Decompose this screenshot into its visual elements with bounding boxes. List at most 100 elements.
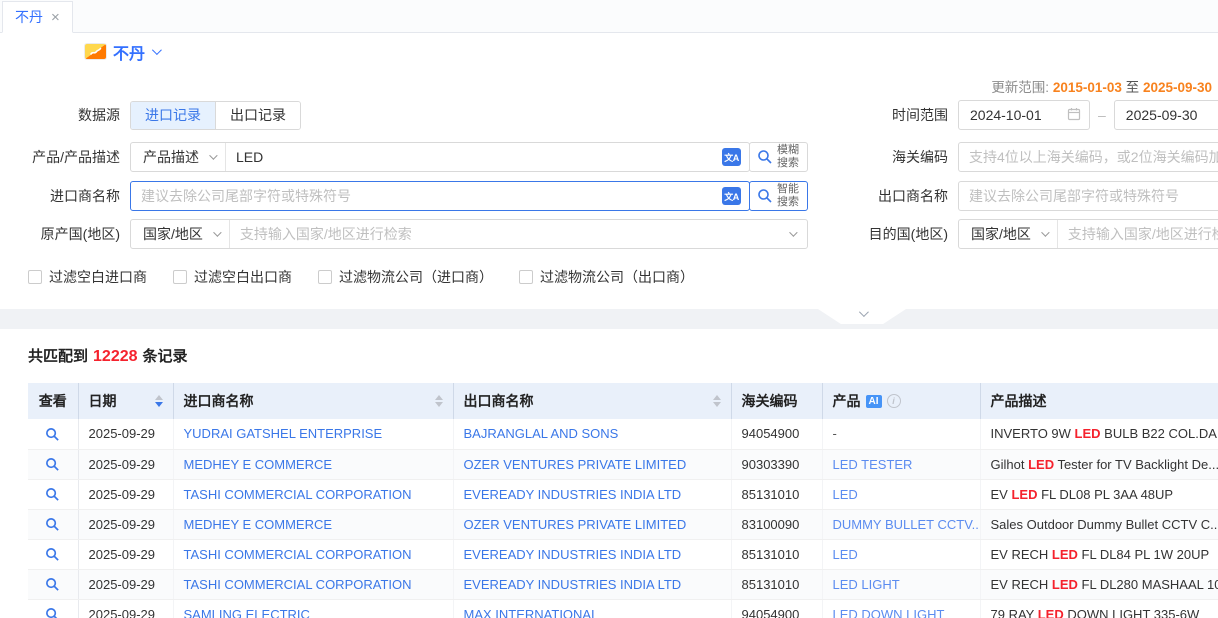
destination-country-select[interactable]: 国家/地区 [959,220,1058,248]
date-to-field[interactable] [1114,100,1218,130]
highlight-keyword: LED [1075,426,1101,441]
origin-country-select[interactable]: 国家/地区 [131,220,230,248]
view-detail-button[interactable] [45,427,60,442]
exporter-link[interactable]: MAX INTERNATIONAL [464,607,599,618]
column-label: 产品 [833,391,861,411]
exporter-link[interactable]: EVEREADY INDUSTRIES INDIA LTD [464,547,682,562]
exporter-link[interactable]: OZER VENTURES PRIVATE LIMITED [464,457,687,472]
cell-date: 2025-09-29 [78,539,173,569]
search-icon [757,188,773,204]
product-link[interactable]: DUMMY BULLET CCTV... [833,517,981,532]
translate-icon[interactable]: 文A [722,148,741,166]
product-link[interactable]: LED LIGHT [833,577,900,592]
exporter-link[interactable]: BAJRANGLAL AND SONS [464,426,619,441]
column-label: 日期 [89,391,117,411]
update-range-from: 2015-01-03 [1053,80,1122,95]
chevron-down-icon[interactable] [152,45,162,55]
chevron-down-icon[interactable] [789,228,797,236]
view-detail-button[interactable] [45,487,60,502]
product-link[interactable]: LED TESTER [833,457,913,472]
toggle-export-records[interactable]: 出口记录 [215,102,300,129]
column-header-2[interactable]: 进口商名称 [173,383,453,419]
product-link[interactable]: LED [833,487,858,502]
view-detail-button[interactable] [45,547,60,562]
hs-code-input[interactable] [959,143,1218,171]
cell-date: 2025-09-29 [78,419,173,449]
column-label: 产品描述 [991,391,1047,411]
importer-link[interactable]: SAMLING ELECTRIC [184,607,310,618]
product-link[interactable]: LED [833,547,858,562]
checkbox-unchecked-icon[interactable] [173,270,187,284]
filter-checkbox[interactable]: 过滤空白出口商 [173,267,292,287]
importer-link[interactable]: TASHI COMMERCIAL CORPORATION [184,547,412,562]
results-panel: 共匹配到12228条记录 查看日期进口商名称出口商名称海关编码产品AIi产品描述… [0,329,1218,618]
cell-date: 2025-09-29 [78,479,173,509]
exporter-field[interactable] [958,181,1218,211]
exporter-link[interactable]: EVEREADY INDUSTRIES INDIA LTD [464,487,682,502]
product-type-select[interactable]: 产品描述 [131,143,226,171]
search-icon [757,149,773,165]
date-from-input[interactable] [959,107,1049,123]
product-field: 产品描述 文A [130,142,750,172]
data-source-toggle: 进口记录 出口记录 [130,101,301,130]
sort-icon[interactable] [435,395,443,407]
cell-hs-code: 94054900 [731,599,822,618]
translate-icon[interactable]: 文A [722,187,741,205]
filter-checkbox[interactable]: 过滤物流公司（出口商） [519,267,694,287]
filter-checkbox[interactable]: 过滤物流公司（进口商） [318,267,493,287]
date-to-input[interactable] [1115,107,1205,123]
filter-checkbox-row: 过滤空白进口商 过滤空白出口商 过滤物流公司（进口商） 过滤物流公司（出口商） [28,267,1218,287]
filter-checkbox[interactable]: 过滤空白进口商 [28,267,147,287]
checkbox-unchecked-icon[interactable] [318,270,332,284]
chevron-down-icon [1041,228,1049,236]
sort-icon[interactable] [713,395,721,407]
importer-link[interactable]: YUDRAI GATSHEL ENTERPRISE [184,426,383,441]
importer-input[interactable] [131,182,722,210]
checkbox-unchecked-icon[interactable] [28,270,42,284]
importer-link[interactable]: MEDHEY E COMMERCE [184,517,333,532]
exporter-label: 出口商名称 [808,186,958,206]
column-header-0: 查看 [28,383,78,419]
destination-country-field: 国家/地区 [958,219,1218,249]
cell-hs-code: 83100090 [731,509,822,539]
importer-link[interactable]: TASHI COMMERCIAL CORPORATION [184,577,412,592]
info-icon[interactable]: i [887,394,901,408]
column-header-3[interactable]: 出口商名称 [453,383,731,419]
hs-code-field[interactable] [958,142,1218,172]
destination-country-input[interactable] [1058,220,1218,248]
close-icon[interactable]: × [51,10,60,25]
cell-date: 2025-09-29 [78,509,173,539]
smart-search-button[interactable]: 智能搜索 [749,181,808,211]
calendar-icon[interactable] [1067,107,1081,124]
highlight-keyword: LED [1028,457,1054,472]
view-detail-button[interactable] [45,517,60,532]
view-detail-button[interactable] [45,607,60,618]
column-label: 查看 [39,391,67,411]
exporter-input[interactable] [959,182,1218,210]
update-range: 更新范围: 2015-01-03 至 2025-09-30 [991,76,1212,96]
column-header-1[interactable]: 日期 [78,383,173,419]
checkbox-unchecked-icon[interactable] [519,270,533,284]
view-detail-button[interactable] [45,577,60,592]
view-detail-button[interactable] [45,457,60,472]
table-row: 2025-09-29 TASHI COMMERCIAL CORPORATION EV… [28,479,1218,509]
importer-link[interactable]: TASHI COMMERCIAL CORPORATION [184,487,412,502]
fuzzy-search-button[interactable]: 模糊搜索 [749,142,808,172]
tab-bhutan[interactable]: 不丹 × [2,1,73,33]
origin-country-input[interactable] [230,220,789,248]
product-link[interactable]: LED DOWN LIGHT [833,607,945,618]
exporter-link[interactable]: OZER VENTURES PRIVATE LIMITED [464,517,687,532]
sort-icon[interactable] [155,395,163,407]
cell-hs-code: 85131010 [731,479,822,509]
cell-hs-code: 90303390 [731,449,822,479]
importer-link[interactable]: MEDHEY E COMMERCE [184,457,333,472]
update-range-label: 更新范围: [991,80,1049,95]
product-input[interactable] [226,143,722,171]
date-from-field[interactable] [958,100,1090,130]
table-header-row: 查看日期进口商名称出口商名称海关编码产品AIi产品描述 [28,383,1218,419]
magnifier-icon [45,487,60,502]
toggle-import-records[interactable]: 进口记录 [131,102,215,129]
exporter-link[interactable]: EVEREADY INDUSTRIES INDIA LTD [464,577,682,592]
cell-hs-code: 94054900 [731,419,822,449]
table-row: 2025-09-29 MEDHEY E COMMERCE OZER VENTURES… [28,509,1218,539]
